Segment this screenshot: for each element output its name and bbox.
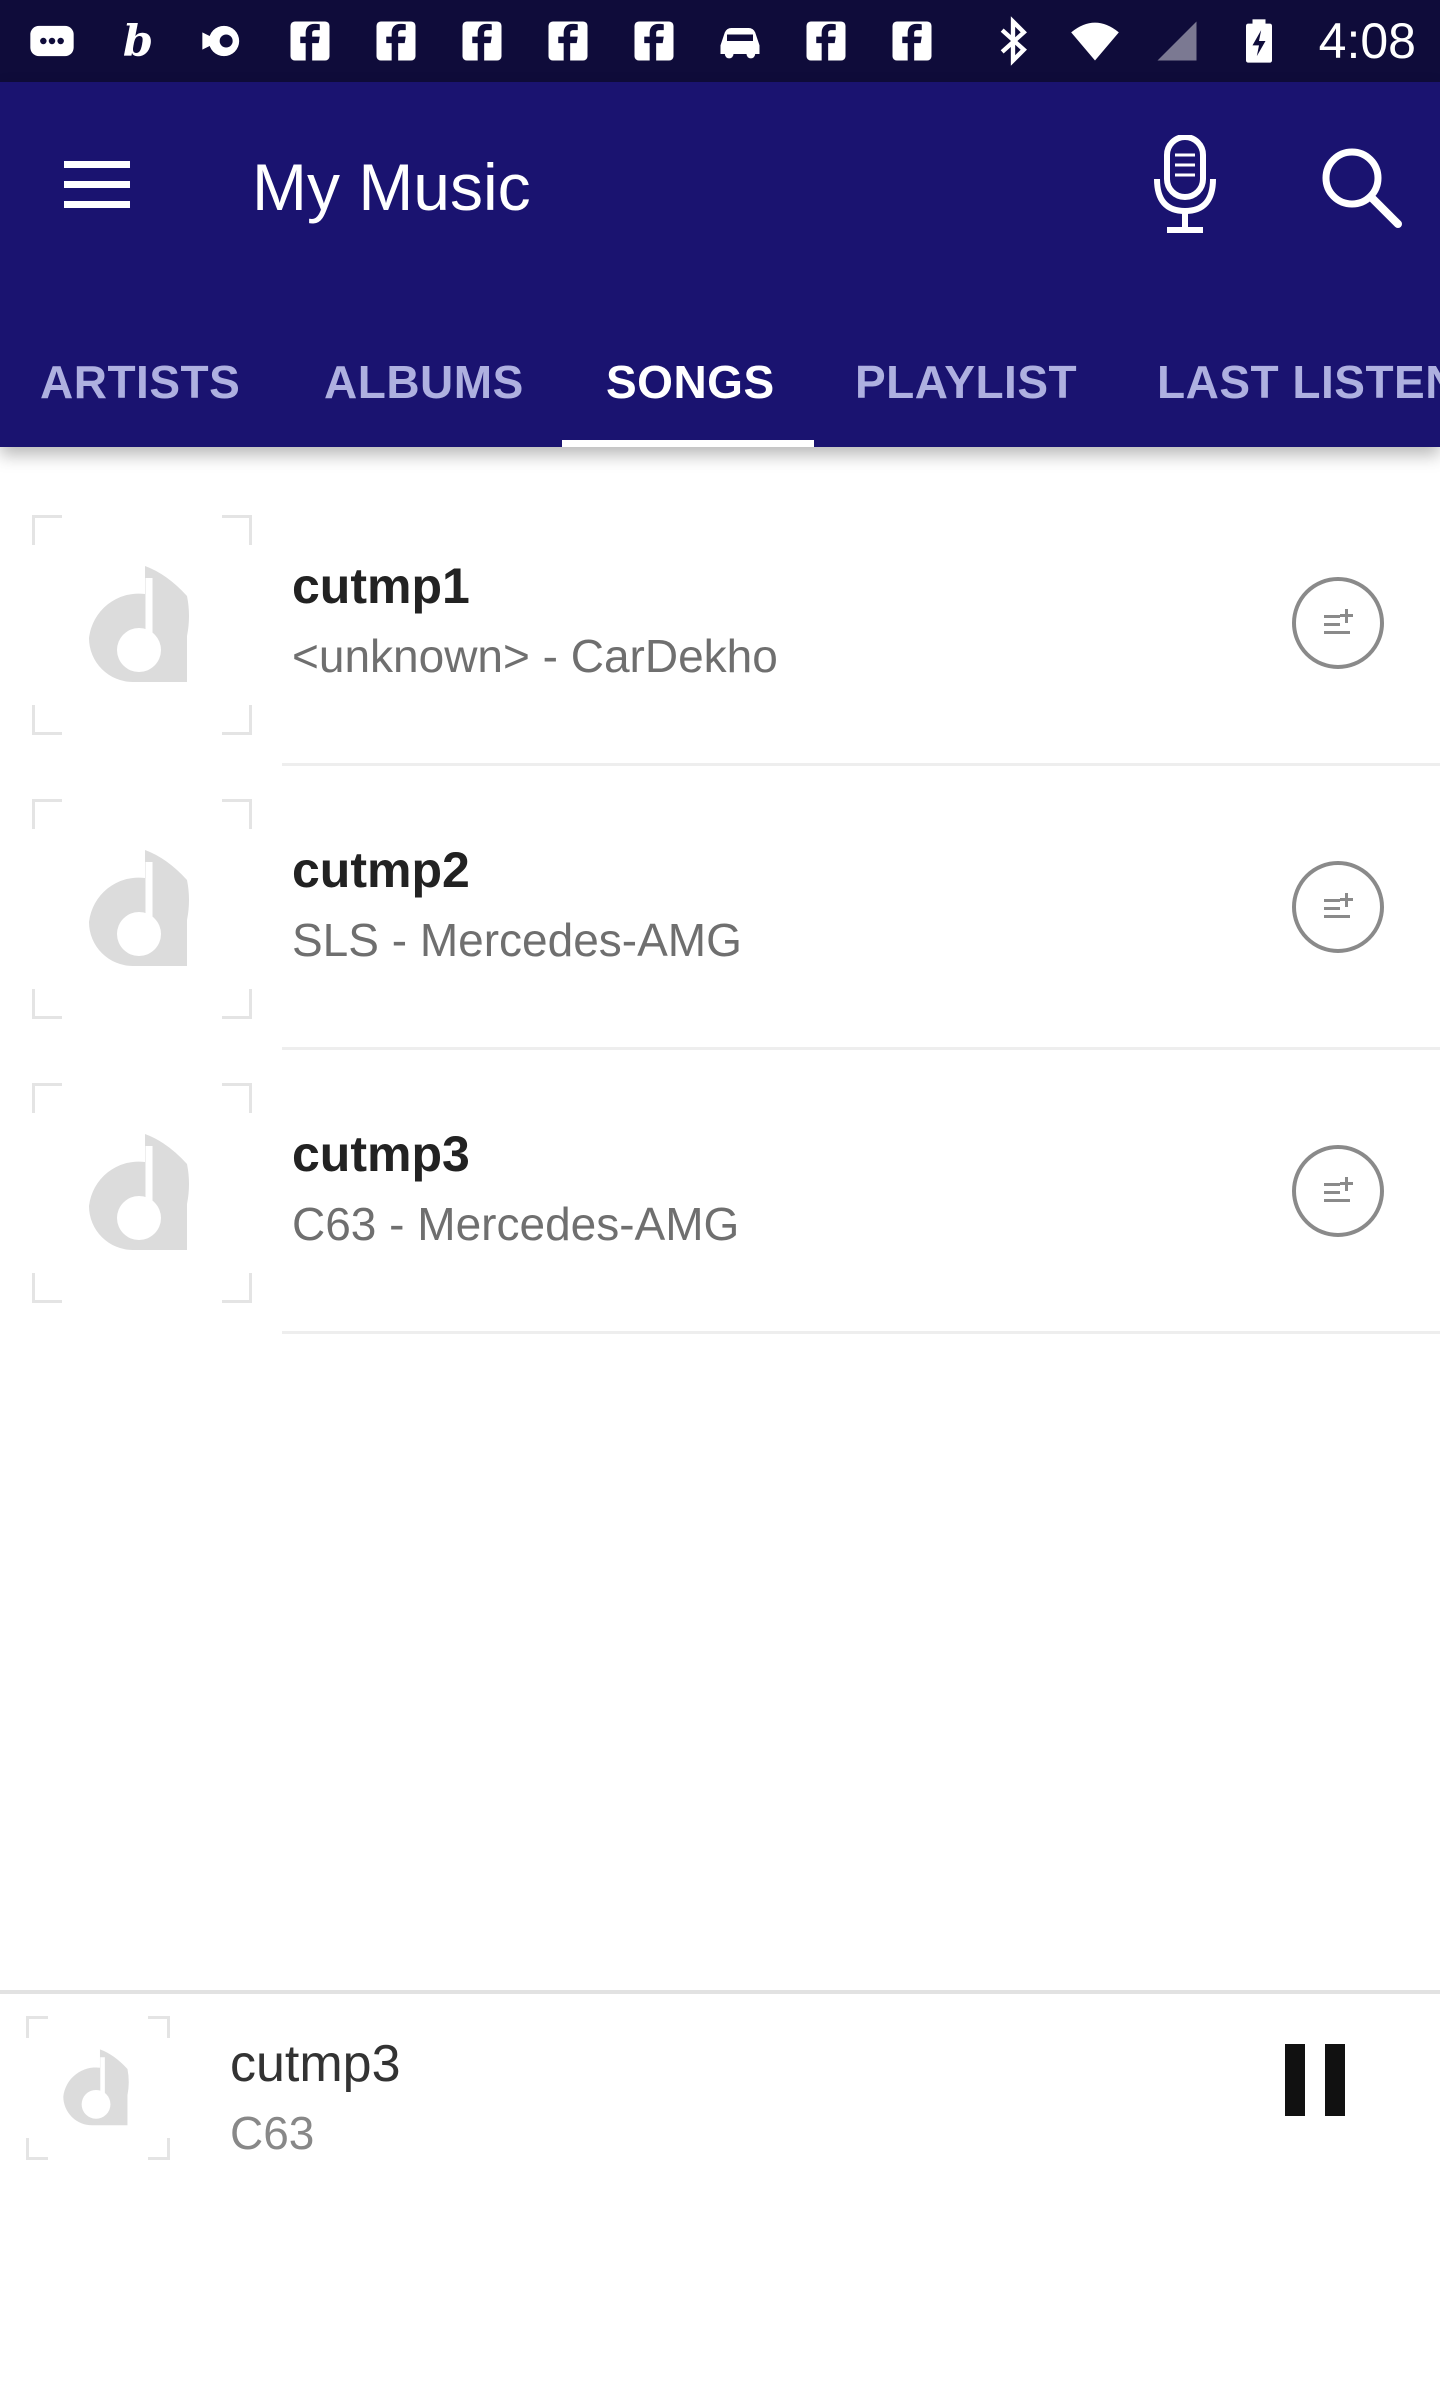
now-playing-subtitle: C63 (230, 2107, 315, 2159)
app-bar: My Music ARTISTS ALBUMS SONGS PLAYLIST L… (0, 82, 1440, 447)
facebook-icon (282, 15, 338, 67)
voice-search-button[interactable] (1140, 130, 1230, 240)
bluetooth-icon (985, 15, 1041, 67)
song-subtitle: <unknown> - CarDekho (292, 630, 778, 682)
page-title: My Music (252, 150, 531, 224)
tab-songs[interactable]: SONGS (606, 332, 775, 447)
music-note-icon (63, 2049, 129, 2126)
notification-icons: b (24, 15, 940, 67)
divider (282, 1331, 1440, 1334)
song-subtitle: SLS - Mercedes-AMG (292, 914, 742, 966)
wifi-icon (1067, 15, 1123, 67)
now-playing-title: cutmp3 (230, 2035, 401, 2093)
pause-icon (1285, 2044, 1305, 2116)
car-icon (712, 15, 768, 67)
add-to-queue-button[interactable] (1292, 1145, 1384, 1237)
toolbar: My Music (0, 82, 1440, 282)
battery-charging-icon (1231, 15, 1287, 67)
song-row[interactable]: cutmp2 SLS - Mercedes-AMG (0, 731, 1440, 1050)
album-art (32, 799, 252, 1019)
tab-artists[interactable]: ARTISTS (40, 332, 240, 447)
tab-indicator (562, 440, 814, 447)
facebook-icon (368, 15, 424, 67)
song-title: cutmp1 (292, 558, 470, 614)
facebook-icon (540, 15, 596, 67)
tab-playlist[interactable]: PLAYLIST (855, 332, 1077, 447)
playlist-add-icon (1324, 1177, 1353, 1202)
add-to-queue-button[interactable] (1292, 577, 1384, 669)
status-clock: 4:08 (1318, 13, 1416, 69)
tab-last-listen[interactable]: LAST LISTEN (1157, 332, 1440, 447)
system-icons: 4:08 (985, 12, 1416, 70)
song-title: cutmp2 (292, 842, 470, 898)
now-playing-art (26, 2016, 170, 2160)
hamburger-menu-icon (64, 161, 130, 208)
facebook-icon (626, 15, 682, 67)
menu-button[interactable] (52, 140, 142, 230)
music-note-icon (89, 566, 189, 682)
tab-bar: ARTISTS ALBUMS SONGS PLAYLIST LAST LISTE… (0, 332, 1440, 447)
song-row[interactable]: cutmp3 C63 - Mercedes-AMG (0, 1015, 1440, 1334)
music-note-icon (89, 1134, 189, 1250)
microphone-icon (1154, 135, 1216, 233)
brand-icon (196, 15, 252, 67)
search-icon (1322, 148, 1402, 228)
pause-button[interactable] (1270, 2030, 1360, 2130)
facebook-icon (798, 15, 854, 67)
message-icon (24, 15, 80, 67)
status-bar: b 4:08 (0, 0, 1440, 82)
song-subtitle: C63 - Mercedes-AMG (292, 1198, 740, 1250)
facebook-icon (454, 15, 510, 67)
playlist-add-icon (1324, 609, 1353, 634)
facebook-icon (884, 15, 940, 67)
album-art (32, 515, 252, 735)
song-title: cutmp3 (292, 1126, 470, 1182)
add-to-queue-button[interactable] (1292, 861, 1384, 953)
signal-icon (1149, 15, 1205, 67)
svg-text:b: b (123, 16, 153, 67)
song-row[interactable]: cutmp1 <unknown> - CarDekho (0, 447, 1440, 766)
b-app-icon: b (110, 15, 166, 67)
album-art (32, 1083, 252, 1303)
music-note-icon (89, 850, 189, 966)
search-button[interactable] (1310, 136, 1410, 236)
mini-player[interactable]: cutmp3 C63 (0, 1990, 1440, 2392)
tab-albums[interactable]: ALBUMS (324, 332, 524, 447)
playlist-add-icon (1324, 893, 1353, 918)
